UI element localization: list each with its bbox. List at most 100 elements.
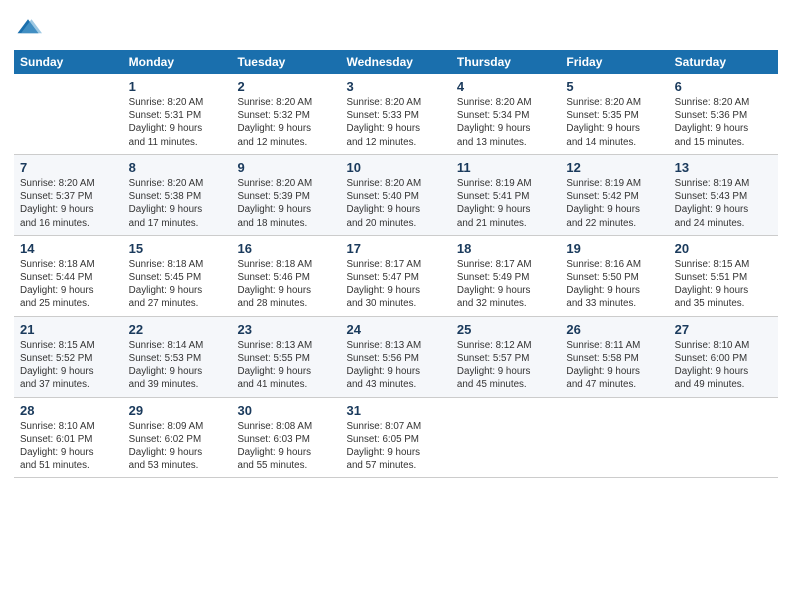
day-info: Sunrise: 8:20 AM Sunset: 5:36 PM Dayligh…	[675, 96, 772, 149]
day-info: Sunrise: 8:20 AM Sunset: 5:37 PM Dayligh…	[20, 177, 117, 230]
day-info: Sunrise: 8:19 AM Sunset: 5:42 PM Dayligh…	[566, 177, 662, 230]
weekday-header: Sunday	[14, 50, 123, 74]
day-info: Sunrise: 8:20 AM Sunset: 5:32 PM Dayligh…	[238, 96, 335, 149]
day-number: 29	[129, 403, 226, 418]
day-info: Sunrise: 8:13 AM Sunset: 5:56 PM Dayligh…	[347, 339, 445, 392]
calendar-cell: 23Sunrise: 8:13 AM Sunset: 5:55 PM Dayli…	[232, 316, 341, 397]
calendar-cell: 25 Sunrise: 8:12 AM Sunset: 5:57 PM Dayli…	[451, 316, 560, 397]
calendar-cell: 19 Sunrise: 8:16 AM Sunset: 5:50 PM Dayli…	[560, 235, 668, 316]
day-info: Sunrise: 8:10 AM Sunset: 6:01 PM Dayligh…	[20, 420, 117, 473]
calendar-week-row: 1 Sunrise: 8:20 AM Sunset: 5:31 PM Daylig…	[14, 74, 778, 154]
day-number: 21	[20, 322, 117, 337]
calendar-cell: 6 Sunrise: 8:20 AM Sunset: 5:36 PM Daylig…	[669, 74, 778, 154]
day-number: 26	[566, 322, 662, 337]
day-info: Sunrise: 8:12 AM Sunset: 5:57 PM Dayligh…	[457, 339, 554, 392]
calendar-cell: 2 Sunrise: 8:20 AM Sunset: 5:32 PM Daylig…	[232, 74, 341, 154]
day-number: 30	[238, 403, 335, 418]
day-info: Sunrise: 8:10 AM Sunset: 6:00 PM Dayligh…	[675, 339, 772, 392]
calendar-cell: 13 Sunrise: 8:19 AM Sunset: 5:43 PM Dayli…	[669, 154, 778, 235]
day-number: 16	[238, 241, 335, 256]
day-info: Sunrise: 8:20 AM Sunset: 5:35 PM Dayligh…	[566, 96, 662, 149]
day-info: Sunrise: 8:19 AM Sunset: 5:43 PM Dayligh…	[675, 177, 772, 230]
day-info: Sunrise: 8:08 AM Sunset: 6:03 PM Dayligh…	[238, 420, 335, 473]
calendar-week-row: 28 Sunrise: 8:10 AM Sunset: 6:01 PM Dayli…	[14, 397, 778, 478]
day-info: Sunrise: 8:15 AM Sunset: 5:51 PM Dayligh…	[675, 258, 772, 311]
day-info: Sunrise: 8:20 AM Sunset: 5:33 PM Dayligh…	[347, 96, 445, 149]
calendar-cell: 27 Sunrise: 8:10 AM Sunset: 6:00 PM Dayli…	[669, 316, 778, 397]
calendar-cell: 1 Sunrise: 8:20 AM Sunset: 5:31 PM Daylig…	[123, 74, 232, 154]
day-number: 3	[347, 79, 445, 94]
day-info: Sunrise: 8:18 AM Sunset: 5:46 PM Dayligh…	[238, 258, 335, 311]
day-number: 12	[566, 160, 662, 175]
calendar-cell	[560, 397, 668, 478]
day-number: 6	[675, 79, 772, 94]
calendar-week-row: 7 Sunrise: 8:20 AM Sunset: 5:37 PM Daylig…	[14, 154, 778, 235]
day-number: 10	[347, 160, 445, 175]
day-number: 11	[457, 160, 554, 175]
day-info: Sunrise: 8:13 AM Sunset: 5:55 PM Dayligh…	[238, 339, 335, 392]
weekday-header: Thursday	[451, 50, 560, 74]
day-number: 13	[675, 160, 772, 175]
day-info: Sunrise: 8:11 AM Sunset: 5:58 PM Dayligh…	[566, 339, 662, 392]
day-number: 1	[129, 79, 226, 94]
weekday-header: Saturday	[669, 50, 778, 74]
weekday-header: Wednesday	[341, 50, 451, 74]
calendar-cell: 12 Sunrise: 8:19 AM Sunset: 5:42 PM Dayli…	[560, 154, 668, 235]
calendar-cell: 11 Sunrise: 8:19 AM Sunset: 5:41 PM Dayli…	[451, 154, 560, 235]
day-number: 18	[457, 241, 554, 256]
day-number: 28	[20, 403, 117, 418]
calendar-week-row: 14 Sunrise: 8:18 AM Sunset: 5:44 PM Dayli…	[14, 235, 778, 316]
calendar-cell: 8Sunrise: 8:20 AM Sunset: 5:38 PM Daylig…	[123, 154, 232, 235]
day-info: Sunrise: 8:20 AM Sunset: 5:31 PM Dayligh…	[129, 96, 226, 149]
calendar-cell: 18 Sunrise: 8:17 AM Sunset: 5:49 PM Dayli…	[451, 235, 560, 316]
calendar-cell: 14 Sunrise: 8:18 AM Sunset: 5:44 PM Dayli…	[14, 235, 123, 316]
weekday-header: Tuesday	[232, 50, 341, 74]
calendar-cell: 28 Sunrise: 8:10 AM Sunset: 6:01 PM Dayli…	[14, 397, 123, 478]
day-info: Sunrise: 8:19 AM Sunset: 5:41 PM Dayligh…	[457, 177, 554, 230]
day-info: Sunrise: 8:20 AM Sunset: 5:39 PM Dayligh…	[238, 177, 335, 230]
day-info: Sunrise: 8:17 AM Sunset: 5:49 PM Dayligh…	[457, 258, 554, 311]
day-number: 19	[566, 241, 662, 256]
day-number: 2	[238, 79, 335, 94]
logo-icon	[14, 14, 42, 42]
calendar-cell: 31 Sunrise: 8:07 AM Sunset: 6:05 PM Dayli…	[341, 397, 451, 478]
day-info: Sunrise: 8:16 AM Sunset: 5:50 PM Dayligh…	[566, 258, 662, 311]
calendar-cell: 26 Sunrise: 8:11 AM Sunset: 5:58 PM Dayli…	[560, 316, 668, 397]
day-number: 24	[347, 322, 445, 337]
day-number: 31	[347, 403, 445, 418]
calendar-cell: 17Sunrise: 8:17 AM Sunset: 5:47 PM Dayli…	[341, 235, 451, 316]
calendar-cell: 7 Sunrise: 8:20 AM Sunset: 5:37 PM Daylig…	[14, 154, 123, 235]
day-number: 7	[20, 160, 117, 175]
calendar-cell: 16 Sunrise: 8:18 AM Sunset: 5:46 PM Dayli…	[232, 235, 341, 316]
day-number: 27	[675, 322, 772, 337]
day-info: Sunrise: 8:15 AM Sunset: 5:52 PM Dayligh…	[20, 339, 117, 392]
day-number: 15	[129, 241, 226, 256]
day-info: Sunrise: 8:20 AM Sunset: 5:34 PM Dayligh…	[457, 96, 554, 149]
day-info: Sunrise: 8:20 AM Sunset: 5:38 PM Dayligh…	[129, 177, 226, 230]
calendar-cell: 3 Sunrise: 8:20 AM Sunset: 5:33 PM Daylig…	[341, 74, 451, 154]
day-number: 22	[129, 322, 226, 337]
day-info: Sunrise: 8:09 AM Sunset: 6:02 PM Dayligh…	[129, 420, 226, 473]
calendar-cell	[14, 74, 123, 154]
weekday-header: Friday	[560, 50, 668, 74]
day-number: 25	[457, 322, 554, 337]
weekday-header-row: SundayMondayTuesdayWednesdayThursdayFrid…	[14, 50, 778, 74]
weekday-header: Monday	[123, 50, 232, 74]
calendar-cell: 24 Sunrise: 8:13 AM Sunset: 5:56 PM Dayli…	[341, 316, 451, 397]
day-number: 9	[238, 160, 335, 175]
calendar-cell	[451, 397, 560, 478]
day-info: Sunrise: 8:07 AM Sunset: 6:05 PM Dayligh…	[347, 420, 445, 473]
day-info: Sunrise: 8:20 AM Sunset: 5:40 PM Dayligh…	[347, 177, 445, 230]
calendar-cell	[669, 397, 778, 478]
day-number: 20	[675, 241, 772, 256]
day-info: Sunrise: 8:18 AM Sunset: 5:44 PM Dayligh…	[20, 258, 117, 311]
day-number: 14	[20, 241, 117, 256]
day-number: 5	[566, 79, 662, 94]
calendar-cell: 15 Sunrise: 8:18 AM Sunset: 5:45 PM Dayli…	[123, 235, 232, 316]
calendar-cell: 9 Sunrise: 8:20 AM Sunset: 5:39 PM Daylig…	[232, 154, 341, 235]
header	[14, 10, 778, 42]
logo	[14, 14, 44, 42]
day-info: Sunrise: 8:17 AM Sunset: 5:47 PM Dayligh…	[347, 258, 445, 311]
day-info: Sunrise: 8:18 AM Sunset: 5:45 PM Dayligh…	[129, 258, 226, 311]
calendar-cell: 5 Sunrise: 8:20 AM Sunset: 5:35 PM Daylig…	[560, 74, 668, 154]
